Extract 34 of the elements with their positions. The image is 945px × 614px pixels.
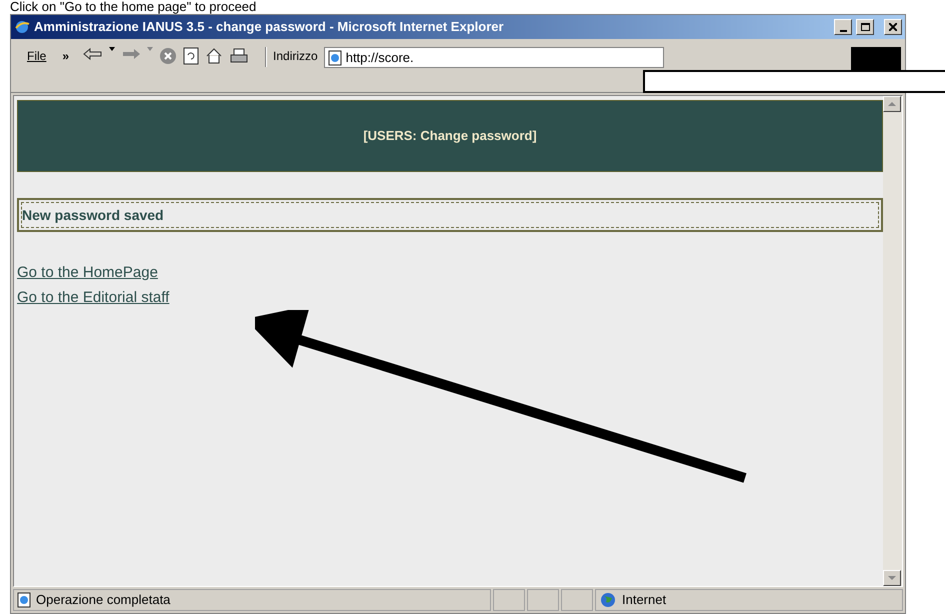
dropdown-caret-icon[interactable] (109, 47, 116, 51)
stop-icon[interactable] (159, 47, 178, 65)
header-title: [USERS: Change password] (363, 127, 537, 146)
page-icon (16, 592, 32, 608)
browser-icon (14, 19, 30, 35)
status-text: Operazione completata (36, 591, 170, 610)
page-icon (326, 50, 343, 66)
window-title: Amministrazione IANUS 3.5 - change password - Microsoft Internet Explorer (34, 18, 505, 36)
toolbar-chevron[interactable]: » (62, 47, 70, 65)
status-pane (493, 589, 525, 611)
address-field[interactable]: http://score. (324, 47, 664, 68)
status-pane (527, 589, 559, 611)
minimize-button[interactable] (834, 19, 852, 35)
link[interactable]: Go to the HomePage (17, 260, 158, 285)
up-arrow-icon (888, 102, 896, 106)
file-menu[interactable]: File (27, 47, 46, 65)
scroll-up-button[interactable] (883, 96, 901, 112)
scroll-down-button[interactable] (883, 570, 901, 586)
down-arrow-icon (888, 576, 896, 580)
instruction-caption: Click on "Go to the home page" to proceed (10, 0, 256, 14)
status-pane (561, 589, 593, 611)
home-icon[interactable] (205, 47, 224, 65)
close-icon (889, 23, 897, 31)
refresh-icon[interactable] (183, 47, 200, 65)
link[interactable]: Go to the Editorial staff (17, 285, 170, 310)
back-arrow-icon[interactable] (83, 47, 104, 61)
address-label: Indirizzo (273, 48, 318, 65)
printer-icon[interactable] (229, 47, 250, 65)
zone-label: Internet (622, 591, 666, 610)
maximize-button[interactable] (856, 19, 874, 35)
status-message: New password saved (22, 206, 164, 225)
close-button[interactable] (884, 19, 902, 35)
globe-icon (600, 592, 616, 608)
scrollbar[interactable] (883, 96, 902, 586)
